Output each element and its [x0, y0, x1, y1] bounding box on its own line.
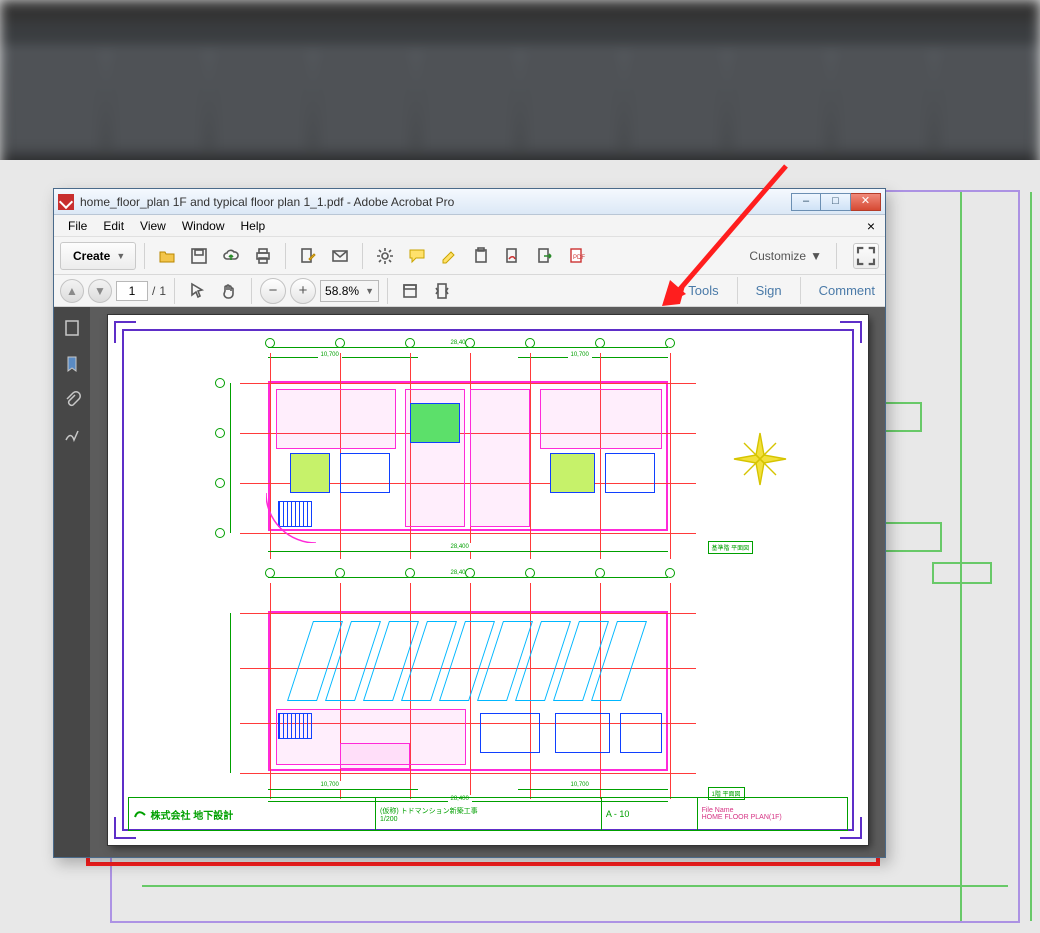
highlighter-icon	[440, 247, 458, 265]
attachments-icon[interactable]	[61, 389, 83, 411]
open-button[interactable]	[153, 242, 181, 270]
thumbnails-icon[interactable]	[61, 317, 83, 339]
save-button[interactable]	[185, 242, 213, 270]
page-arrow-icon	[536, 247, 554, 265]
customize-menu[interactable]: Customize ▼	[743, 245, 828, 267]
pdf-page: 28,400 10,700 10,700	[108, 315, 868, 845]
drawing-scale: 1/200	[380, 816, 597, 823]
dim-upper-right: 10,700	[568, 351, 592, 359]
envelope-icon	[331, 247, 349, 265]
document-area: 28,400 10,700 10,700	[54, 307, 885, 857]
page-pdf-icon: PDF	[568, 247, 586, 265]
window-maximize-button[interactable]: □	[821, 193, 851, 211]
comment-button[interactable]	[403, 242, 431, 270]
zoom-level[interactable]: 58.8% ▼	[320, 280, 379, 302]
menu-view[interactable]: View	[132, 216, 174, 236]
fit-width-button[interactable]	[396, 277, 424, 305]
drawing-number: A - 10	[606, 809, 693, 819]
clipboard-icon	[472, 247, 490, 265]
page-number-input[interactable]	[116, 281, 148, 301]
select-tool-button[interactable]	[183, 277, 211, 305]
project-name: (仮称) トドマンション新築工事	[380, 806, 597, 816]
fit-page-button[interactable]	[428, 277, 456, 305]
cloud-up-icon	[222, 247, 240, 265]
print-button[interactable]	[249, 242, 277, 270]
north-arrow-icon	[732, 431, 788, 487]
page-total: 1	[159, 284, 166, 298]
menu-file[interactable]: File	[60, 216, 95, 236]
svg-text:PDF: PDF	[573, 255, 585, 261]
pane-sign[interactable]: Sign	[752, 277, 786, 304]
dim-lower-right: 10,700	[568, 781, 592, 789]
floppy-icon	[190, 247, 208, 265]
menu-window[interactable]: Window	[174, 216, 233, 236]
typical-floor-plan	[268, 381, 668, 531]
sign-button[interactable]	[499, 242, 527, 270]
caret-down-icon: ▼	[810, 249, 822, 263]
acrobat-window: home_floor_plan 1F and typical floor pla…	[53, 188, 886, 858]
read-mode-button[interactable]	[853, 243, 879, 269]
zoom-in-button[interactable]: +	[290, 278, 316, 304]
expand-icon	[854, 244, 878, 268]
upper-floor-label: 基準階 平面図	[708, 541, 754, 554]
email-button[interactable]	[326, 242, 354, 270]
printer-icon	[254, 247, 272, 265]
company-logo: 株式会社 地下設計	[133, 807, 372, 822]
page-down-button[interactable]: ▼	[88, 279, 112, 303]
hand-tool-button[interactable]	[215, 277, 243, 305]
edit-doc-button[interactable]	[294, 242, 322, 270]
bookmarks-icon[interactable]	[61, 353, 83, 375]
create-label: Create	[73, 249, 110, 263]
menu-edit[interactable]: Edit	[95, 216, 132, 236]
page-indicator: / 1	[116, 281, 166, 301]
window-title: home_floor_plan 1F and typical floor pla…	[80, 195, 791, 209]
create-button[interactable]: Create ▼	[60, 242, 136, 270]
fit-page-icon	[433, 282, 451, 300]
export-button[interactable]	[531, 242, 559, 270]
fit-width-icon	[401, 282, 419, 300]
title-block: 株式会社 地下設計 (仮称) トドマンション新築工事 1/200 A - 10 …	[128, 797, 848, 831]
caret-down-icon: ▼	[116, 251, 125, 261]
settings-button[interactable]	[371, 242, 399, 270]
menubar-close-icon[interactable]: ×	[863, 218, 879, 234]
pane-tools[interactable]: Tools	[684, 277, 722, 304]
highlight-button[interactable]	[435, 242, 463, 270]
page-pencil-icon	[299, 247, 317, 265]
signature-icon	[504, 247, 522, 265]
dim-lower-left: 10,700	[318, 781, 342, 789]
zoom-out-button[interactable]: −	[260, 278, 286, 304]
page-sep: /	[152, 284, 155, 298]
signatures-icon[interactable]	[61, 425, 83, 447]
save-cloud-button[interactable]	[217, 242, 245, 270]
caret-down-icon: ▼	[365, 286, 374, 296]
speech-bubble-icon	[408, 247, 426, 265]
menubar: File Edit View Window Help ×	[54, 215, 885, 237]
toolbar-main: Create ▼ PDF Customize ▼	[54, 237, 885, 275]
task-panes: Tools Sign Comment	[684, 277, 879, 304]
page-viewport[interactable]: 28,400 10,700 10,700	[90, 307, 885, 857]
first-floor-plan	[268, 611, 668, 771]
acrobat-app-icon	[58, 194, 74, 210]
menu-help[interactable]: Help	[233, 216, 274, 236]
stamp-button[interactable]	[467, 242, 495, 270]
file-name-label: File Name	[702, 807, 843, 814]
dim-upper-left: 10,700	[318, 351, 342, 359]
gear-icon	[376, 247, 394, 265]
company-name: 株式会社 地下設計	[151, 807, 234, 822]
window-minimize-button[interactable]: –	[791, 193, 821, 211]
floor-plan-drawing: 28,400 10,700 10,700	[148, 341, 828, 789]
navigation-pane	[54, 307, 90, 857]
window-close-button[interactable]: ✕	[851, 193, 881, 211]
titlebar[interactable]: home_floor_plan 1F and typical floor pla…	[54, 189, 885, 215]
folder-open-icon	[158, 247, 176, 265]
cursor-icon	[188, 282, 206, 300]
combine-button[interactable]: PDF	[563, 242, 591, 270]
hand-icon	[220, 282, 238, 300]
page-up-button[interactable]: ▲	[60, 279, 84, 303]
customize-label: Customize	[749, 249, 806, 263]
toolbar-secondary: ▲ ▼ / 1 − + 58.8% ▼ Tools Sign Comment	[54, 275, 885, 307]
zoom-value: 58.8%	[325, 284, 359, 298]
pane-comment[interactable]: Comment	[815, 277, 879, 304]
file-name-value: HOME FLOOR PLAN(1F)	[702, 814, 843, 821]
